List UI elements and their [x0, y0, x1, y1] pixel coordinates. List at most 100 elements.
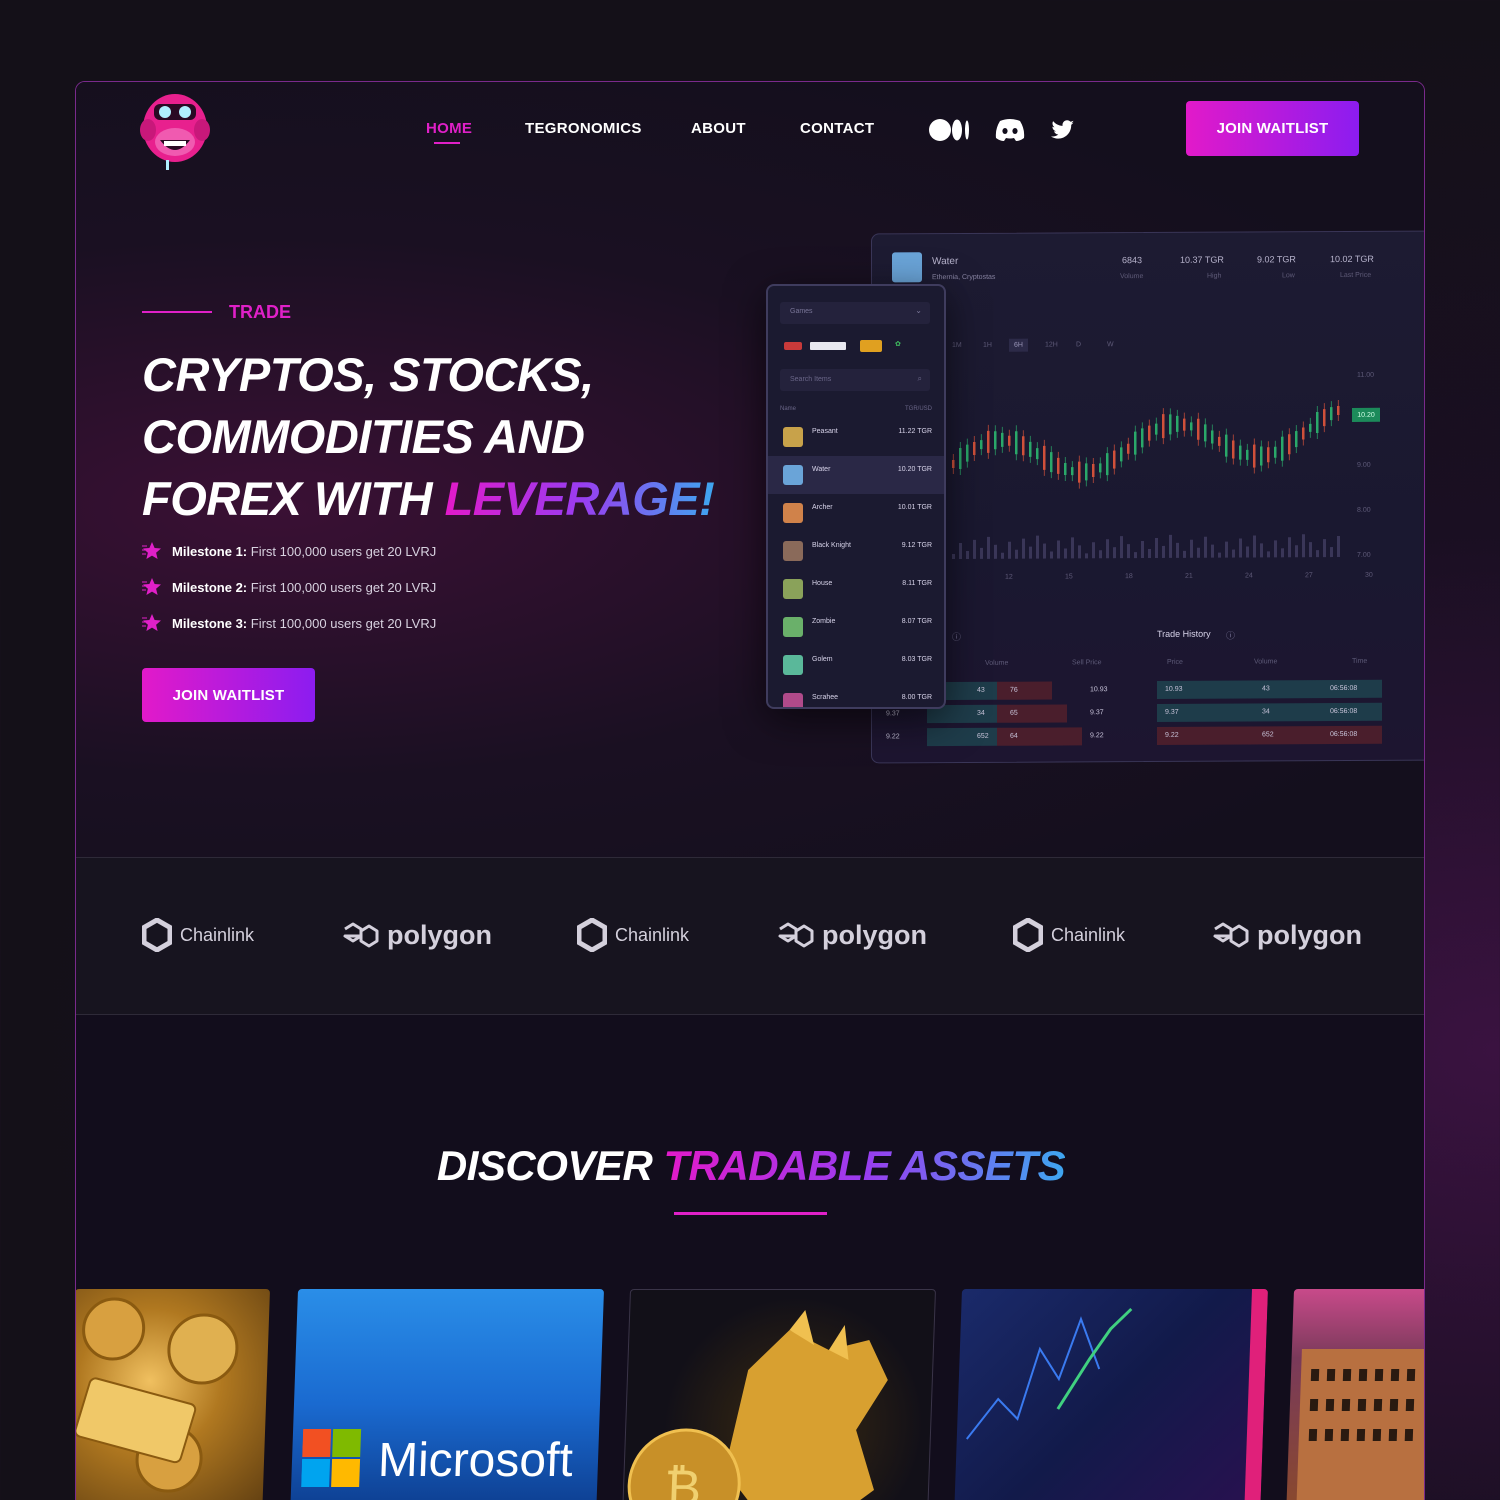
order-volume: 652: [977, 732, 989, 740]
nav-home[interactable]: HOME: [426, 120, 472, 137]
svg-text:₿: ₿: [663, 1459, 702, 1500]
milestone-2: Milestone 2: First 100,000 users get 20 …: [142, 578, 436, 596]
item-row[interactable]: House 8.11 TGR: [768, 570, 944, 608]
history-price: 9.37: [1165, 708, 1179, 716]
game-logo-1-icon[interactable]: [784, 342, 802, 350]
stat-last-price: 10.02 TGR: [1330, 253, 1374, 265]
timeframe-1M[interactable]: 1M: [947, 339, 967, 352]
candle-wick: [1050, 446, 1052, 479]
star-icon: [142, 542, 161, 559]
polygon-icon: [1213, 922, 1249, 948]
medium-icon[interactable]: [929, 116, 971, 144]
partner-poly-logo[interactable]: polygon: [1211, 918, 1362, 952]
item-row[interactable]: Water 10.20 TGR: [768, 456, 944, 494]
golden-bull-image: ₿: [627, 1310, 888, 1500]
polygon-icon: [343, 922, 379, 948]
join-waitlist-hero-button[interactable]: JOIN WAITLIST: [142, 668, 315, 722]
orderbook-table: 43 76 10.93 9.37 34 65 9.37 9.22 652 64 9.22 10.93 4…: [872, 232, 1424, 747]
volume-bar: [1001, 552, 1004, 559]
building-image: [1295, 1349, 1424, 1500]
volume-bar: [1323, 539, 1326, 558]
volume-bar: [1225, 541, 1228, 558]
volume-bar: [1302, 534, 1305, 558]
item-price: 11.22 TGR: [898, 428, 932, 435]
nav-contact[interactable]: CONTACT: [800, 120, 874, 137]
volume-bar: [1120, 536, 1123, 559]
partner-poly-logo[interactable]: polygon: [341, 918, 492, 952]
order-volume-2: 64: [1010, 732, 1018, 740]
volume-bar: [1008, 541, 1011, 559]
x-tick: 12: [1005, 573, 1013, 581]
volume-bar: [1197, 547, 1200, 558]
timeframe-1H[interactable]: 1H: [978, 339, 997, 352]
asset-card-forex-chart[interactable]: [953, 1289, 1269, 1500]
microsoft-label: Microsoft: [377, 1434, 574, 1487]
volume-bar: [1099, 550, 1102, 559]
item-row[interactable]: Zombie 8.07 TGR: [768, 608, 944, 646]
item-row[interactable]: Peasant 11.22 TGR: [768, 418, 944, 456]
volume-bar: [1141, 541, 1144, 559]
asset-card-microsoft[interactable]: Microsoft: [289, 1289, 605, 1500]
item-row[interactable]: Black Knight 9.12 TGR: [768, 532, 944, 570]
stat-low: 9.02 TGR: [1257, 254, 1296, 265]
item-name: Golem: [812, 656, 833, 663]
game-logo-3-icon[interactable]: [860, 340, 882, 352]
order-sell-price: 10.93: [1090, 686, 1108, 694]
item-row[interactable]: Archer 10.01 TGR: [768, 494, 944, 532]
candle-wick: [1008, 429, 1010, 452]
history-time: 06:56:08: [1330, 684, 1358, 693]
asset-card-crypto-bull[interactable]: ₿: [621, 1289, 937, 1500]
nav-about[interactable]: ABOUT: [691, 120, 746, 137]
candle-wick: [1001, 426, 1003, 453]
volume-bar: [1183, 550, 1186, 558]
item-name: Scrahee: [812, 694, 839, 701]
x-tick: 21: [1185, 572, 1193, 580]
search-input[interactable]: Search Items ⌕: [780, 369, 930, 391]
candle-wick: [1330, 401, 1332, 427]
order-volume: 34: [977, 709, 985, 717]
x-tick: 27: [1305, 572, 1313, 580]
item-row[interactable]: Golem 8.03 TGR: [768, 646, 944, 684]
asset-card-real-estate[interactable]: [1285, 1289, 1424, 1500]
item-thumbnail: [783, 655, 803, 675]
volume-bar: [959, 542, 962, 560]
join-waitlist-nav-button[interactable]: JOIN WAITLIST: [1186, 101, 1359, 156]
volume-bar: [1029, 546, 1032, 559]
volume-bar: [1127, 544, 1130, 559]
x-tick: 18: [1125, 573, 1133, 581]
discover-underline: [674, 1212, 827, 1215]
candle-wick: [1218, 430, 1220, 452]
candle-wick: [1288, 428, 1290, 461]
partner-chain-logo[interactable]: Chainlink: [142, 918, 254, 952]
partner-poly-logo[interactable]: polygon: [776, 918, 927, 952]
game-logo-2-icon[interactable]: [810, 342, 846, 350]
partner-chain-logo[interactable]: Chainlink: [1013, 918, 1125, 952]
item-price: 10.01 TGR: [897, 504, 932, 511]
volume-bar: [1330, 547, 1333, 558]
order-volume-2: 76: [1010, 686, 1018, 694]
monkey-logo-icon[interactable]: [140, 90, 210, 172]
volume-bar: [1064, 548, 1067, 559]
partner-chain-logo[interactable]: Chainlink: [577, 918, 689, 952]
candle-wick: [1281, 430, 1283, 467]
candle-wick: [1099, 457, 1101, 479]
timeframe-12H[interactable]: 12H: [1040, 338, 1063, 351]
category-dropdown[interactable]: Games ⌄: [780, 302, 930, 324]
volume-bar: [1050, 551, 1053, 559]
twitter-icon[interactable]: [1051, 116, 1075, 144]
volume-bar: [1085, 553, 1088, 559]
nav-tegronomics[interactable]: TEGRONOMICS: [525, 120, 642, 137]
item-price: 8.07 TGR: [901, 618, 932, 625]
partner-name: polygon: [387, 919, 492, 950]
asset-card-gold[interactable]: [76, 1289, 271, 1500]
discord-icon[interactable]: [994, 116, 1026, 144]
timeframe-W[interactable]: W: [1102, 338, 1119, 351]
timeframe-6H[interactable]: 6H: [1009, 338, 1028, 352]
milestone-2-label: Milestone 2:: [172, 579, 248, 595]
price-tick: 8.00: [1357, 506, 1371, 514]
volume-bar: [1211, 544, 1214, 558]
item-row[interactable]: Scrahee 8.00 TGR: [768, 684, 944, 707]
game-logo-4-icon[interactable]: ✿: [895, 340, 933, 352]
time-axis: 12 15 18 21 24 27 30: [872, 232, 1424, 581]
timeframe-D[interactable]: D: [1071, 338, 1086, 351]
